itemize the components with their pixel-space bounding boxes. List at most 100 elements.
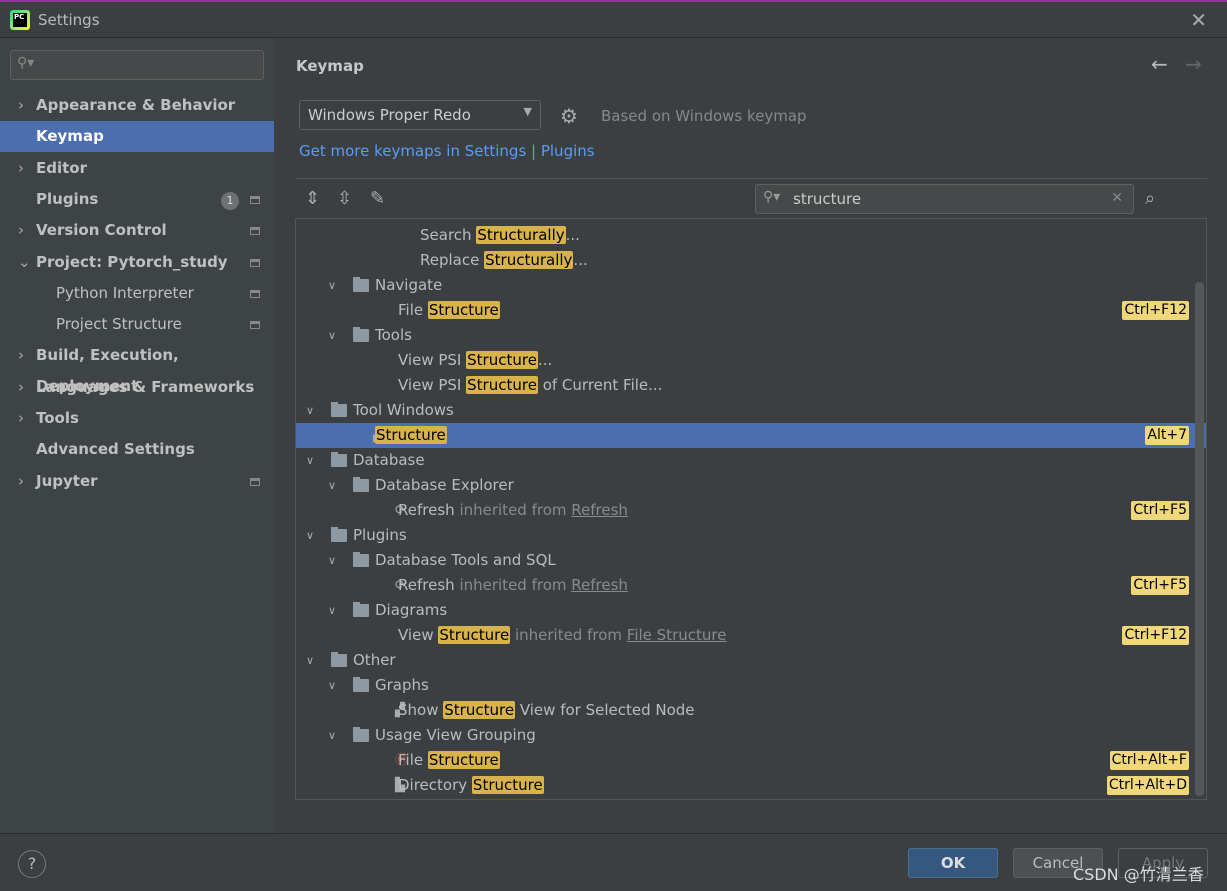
action-label: Refresh inherited from Refresh bbox=[398, 573, 628, 598]
action-label: Tool Windows bbox=[353, 398, 454, 423]
chevron-down-icon: ▼ bbox=[523, 105, 532, 118]
tree-row[interactable]: ∨ Navigate bbox=[296, 273, 1206, 298]
sidebar-item[interactable]: Plugins 1 bbox=[0, 184, 274, 215]
chevron-down-icon[interactable]: ∨ bbox=[328, 598, 336, 623]
tree-row[interactable]: Replace Structurally... bbox=[296, 248, 1206, 273]
chevron-right-icon[interactable]: › bbox=[18, 466, 24, 497]
chevron-down-icon[interactable]: ∨ bbox=[328, 548, 336, 573]
sidebar-item[interactable]: › Languages & Frameworks bbox=[0, 372, 274, 403]
sidebar-item-label: Plugins bbox=[36, 189, 99, 208]
folder-icon bbox=[353, 277, 369, 292]
tree-row[interactable]: ∨ Database Explorer bbox=[296, 473, 1206, 498]
chevron-down-icon[interactable]: ∨ bbox=[328, 723, 336, 748]
edit-icon[interactable]: ✎ bbox=[370, 188, 385, 209]
action-label: Refresh inherited from Refresh bbox=[398, 498, 628, 523]
chevron-down-icon[interactable]: ∨ bbox=[328, 673, 336, 698]
clear-icon[interactable]: ✕ bbox=[1111, 190, 1123, 206]
gear-icon[interactable]: ⚙ bbox=[560, 104, 578, 128]
tree-row[interactable]: ▞ Show Structure View for Selected Node bbox=[296, 698, 1206, 723]
search-match: Structure bbox=[443, 701, 516, 719]
help-button[interactable]: ? bbox=[18, 850, 46, 878]
tree-row[interactable]: View PSI Structure of Current File... bbox=[296, 373, 1206, 398]
inherited-link[interactable]: Refresh bbox=[571, 501, 628, 519]
tree-row[interactable]: View Structure inherited from File Struc… bbox=[296, 623, 1206, 648]
chevron-right-icon[interactable]: › bbox=[18, 153, 24, 184]
tree-row[interactable]: ∨ Database Tools and SQL bbox=[296, 548, 1206, 573]
sidebar-item[interactable]: › Tools bbox=[0, 403, 274, 434]
folder-icon bbox=[353, 477, 369, 492]
get-more-keymaps-link[interactable]: Get more keymaps in Settings | Plugins bbox=[299, 142, 595, 160]
chevron-right-icon[interactable]: › bbox=[18, 340, 24, 371]
search-match: Structure bbox=[466, 376, 538, 394]
pycharm-logo-icon: PC bbox=[10, 10, 30, 30]
tree-row[interactable]: ∨ Tools bbox=[296, 323, 1206, 348]
chevron-down-icon[interactable]: ∨ bbox=[306, 398, 314, 423]
collapse-all-icon[interactable]: ⇳ bbox=[337, 188, 352, 209]
action-label: File Structure bbox=[398, 748, 500, 773]
sidebar-item-label: Project Structure bbox=[56, 315, 182, 334]
find-shortcut-icon[interactable]: ⌕ bbox=[1145, 188, 1155, 209]
settings-search-input[interactable]: ⚲▾ bbox=[10, 50, 264, 80]
label-part: Other bbox=[353, 651, 396, 669]
forward-arrow-icon[interactable]: → bbox=[1185, 52, 1202, 76]
sidebar-item[interactable]: › Build, Execution, Deployment bbox=[0, 340, 274, 395]
tree-row[interactable]: ∨ Diagrams bbox=[296, 598, 1206, 623]
chevron-down-icon[interactable]: ∨ bbox=[328, 273, 336, 298]
close-icon[interactable]: ✕ bbox=[1190, 8, 1207, 32]
tree-row[interactable]: ∨ Graphs bbox=[296, 673, 1206, 698]
footer: ? OK Cancel Apply CSDN @竹清兰香 bbox=[0, 833, 1227, 891]
label-part: Refresh bbox=[398, 576, 455, 594]
sidebar-item[interactable]: › Jupyter bbox=[0, 466, 274, 497]
folder-icon bbox=[331, 452, 347, 467]
tree-row[interactable]: ∨ Database bbox=[296, 448, 1206, 473]
tree-row[interactable]: ∨ Other bbox=[296, 648, 1206, 673]
tree-row[interactable]: ⟳ Refresh inherited from Refresh Ctrl+F5 bbox=[296, 573, 1206, 598]
tree-row[interactable]: ⓜ File Structure Ctrl+Alt+F bbox=[296, 748, 1206, 773]
sidebar-item[interactable]: Keymap bbox=[0, 121, 274, 153]
chevron-down-icon[interactable]: ∨ bbox=[306, 448, 314, 473]
sidebar-item[interactable]: Project Structure bbox=[0, 309, 274, 340]
tree-row[interactable]: View PSI Structure... bbox=[296, 348, 1206, 373]
inherited-link[interactable]: Refresh bbox=[571, 576, 628, 594]
keymap-select[interactable]: Windows Proper Redo ▼ bbox=[299, 100, 541, 130]
chevron-down-icon[interactable]: ∨ bbox=[328, 323, 336, 348]
sidebar-item[interactable]: ⌄ Project: Pytorch_study bbox=[0, 247, 274, 278]
sidebar-item-label: Advanced Settings bbox=[36, 440, 195, 459]
chevron-down-icon[interactable]: ∨ bbox=[306, 523, 314, 548]
action-label: Tools bbox=[375, 323, 412, 348]
tree-row[interactable]: ⟳ Refresh inherited from Refresh Ctrl+F5 bbox=[296, 498, 1206, 523]
tree-row[interactable]: ▙ Directory Structure Ctrl+Alt+D bbox=[296, 773, 1206, 798]
chevron-down-icon[interactable]: ∨ bbox=[328, 473, 336, 498]
title-bar: PC Settings ✕ bbox=[0, 0, 1227, 38]
label-part: View PSI bbox=[398, 351, 462, 369]
scrollbar[interactable] bbox=[1195, 282, 1204, 796]
tree-row[interactable]: ∨ Plugins bbox=[296, 523, 1206, 548]
sidebar-item[interactable]: Python Interpreter bbox=[0, 278, 274, 309]
tree-row[interactable]: ∨ Usage View Grouping bbox=[296, 723, 1206, 748]
chevron-right-icon[interactable]: › bbox=[18, 90, 24, 121]
chevron-right-icon[interactable]: › bbox=[18, 215, 24, 246]
label-part: Database bbox=[353, 451, 425, 469]
tree-row[interactable]: File Structure Ctrl+F12 bbox=[296, 298, 1206, 323]
ok-button[interactable]: OK bbox=[908, 848, 998, 878]
chevron-right-icon[interactable]: › bbox=[18, 403, 24, 434]
label-part: Diagrams bbox=[375, 601, 448, 619]
inherited-link[interactable]: File Structure bbox=[627, 626, 727, 644]
back-arrow-icon[interactable]: ← bbox=[1151, 52, 1168, 76]
tree-row[interactable]: ∨ Tool Windows bbox=[296, 398, 1206, 423]
sidebar-item-label: Keymap bbox=[36, 127, 104, 146]
folder-icon bbox=[353, 677, 369, 692]
chevron-right-icon[interactable]: › bbox=[18, 372, 24, 403]
sidebar-item[interactable]: Advanced Settings bbox=[0, 434, 274, 465]
sidebar-item[interactable]: › Editor bbox=[0, 153, 274, 184]
sidebar-item[interactable]: › Appearance & Behavior bbox=[0, 90, 274, 121]
chevron-down-icon[interactable]: ⌄ bbox=[18, 247, 31, 278]
tree-row[interactable]: ▞StructureAlt+7 bbox=[296, 423, 1206, 448]
action-label: Database bbox=[353, 448, 425, 473]
chevron-down-icon[interactable]: ∨ bbox=[306, 648, 314, 673]
expand-all-icon[interactable]: ⇕ bbox=[305, 188, 320, 209]
sidebar-item[interactable]: › Version Control bbox=[0, 215, 274, 246]
tree-row[interactable]: Search Structurally... bbox=[296, 223, 1206, 248]
action-search-input[interactable]: ⚲▾ structure ✕ bbox=[755, 184, 1134, 214]
shortcut-badge: Ctrl+F5 bbox=[1131, 576, 1189, 595]
